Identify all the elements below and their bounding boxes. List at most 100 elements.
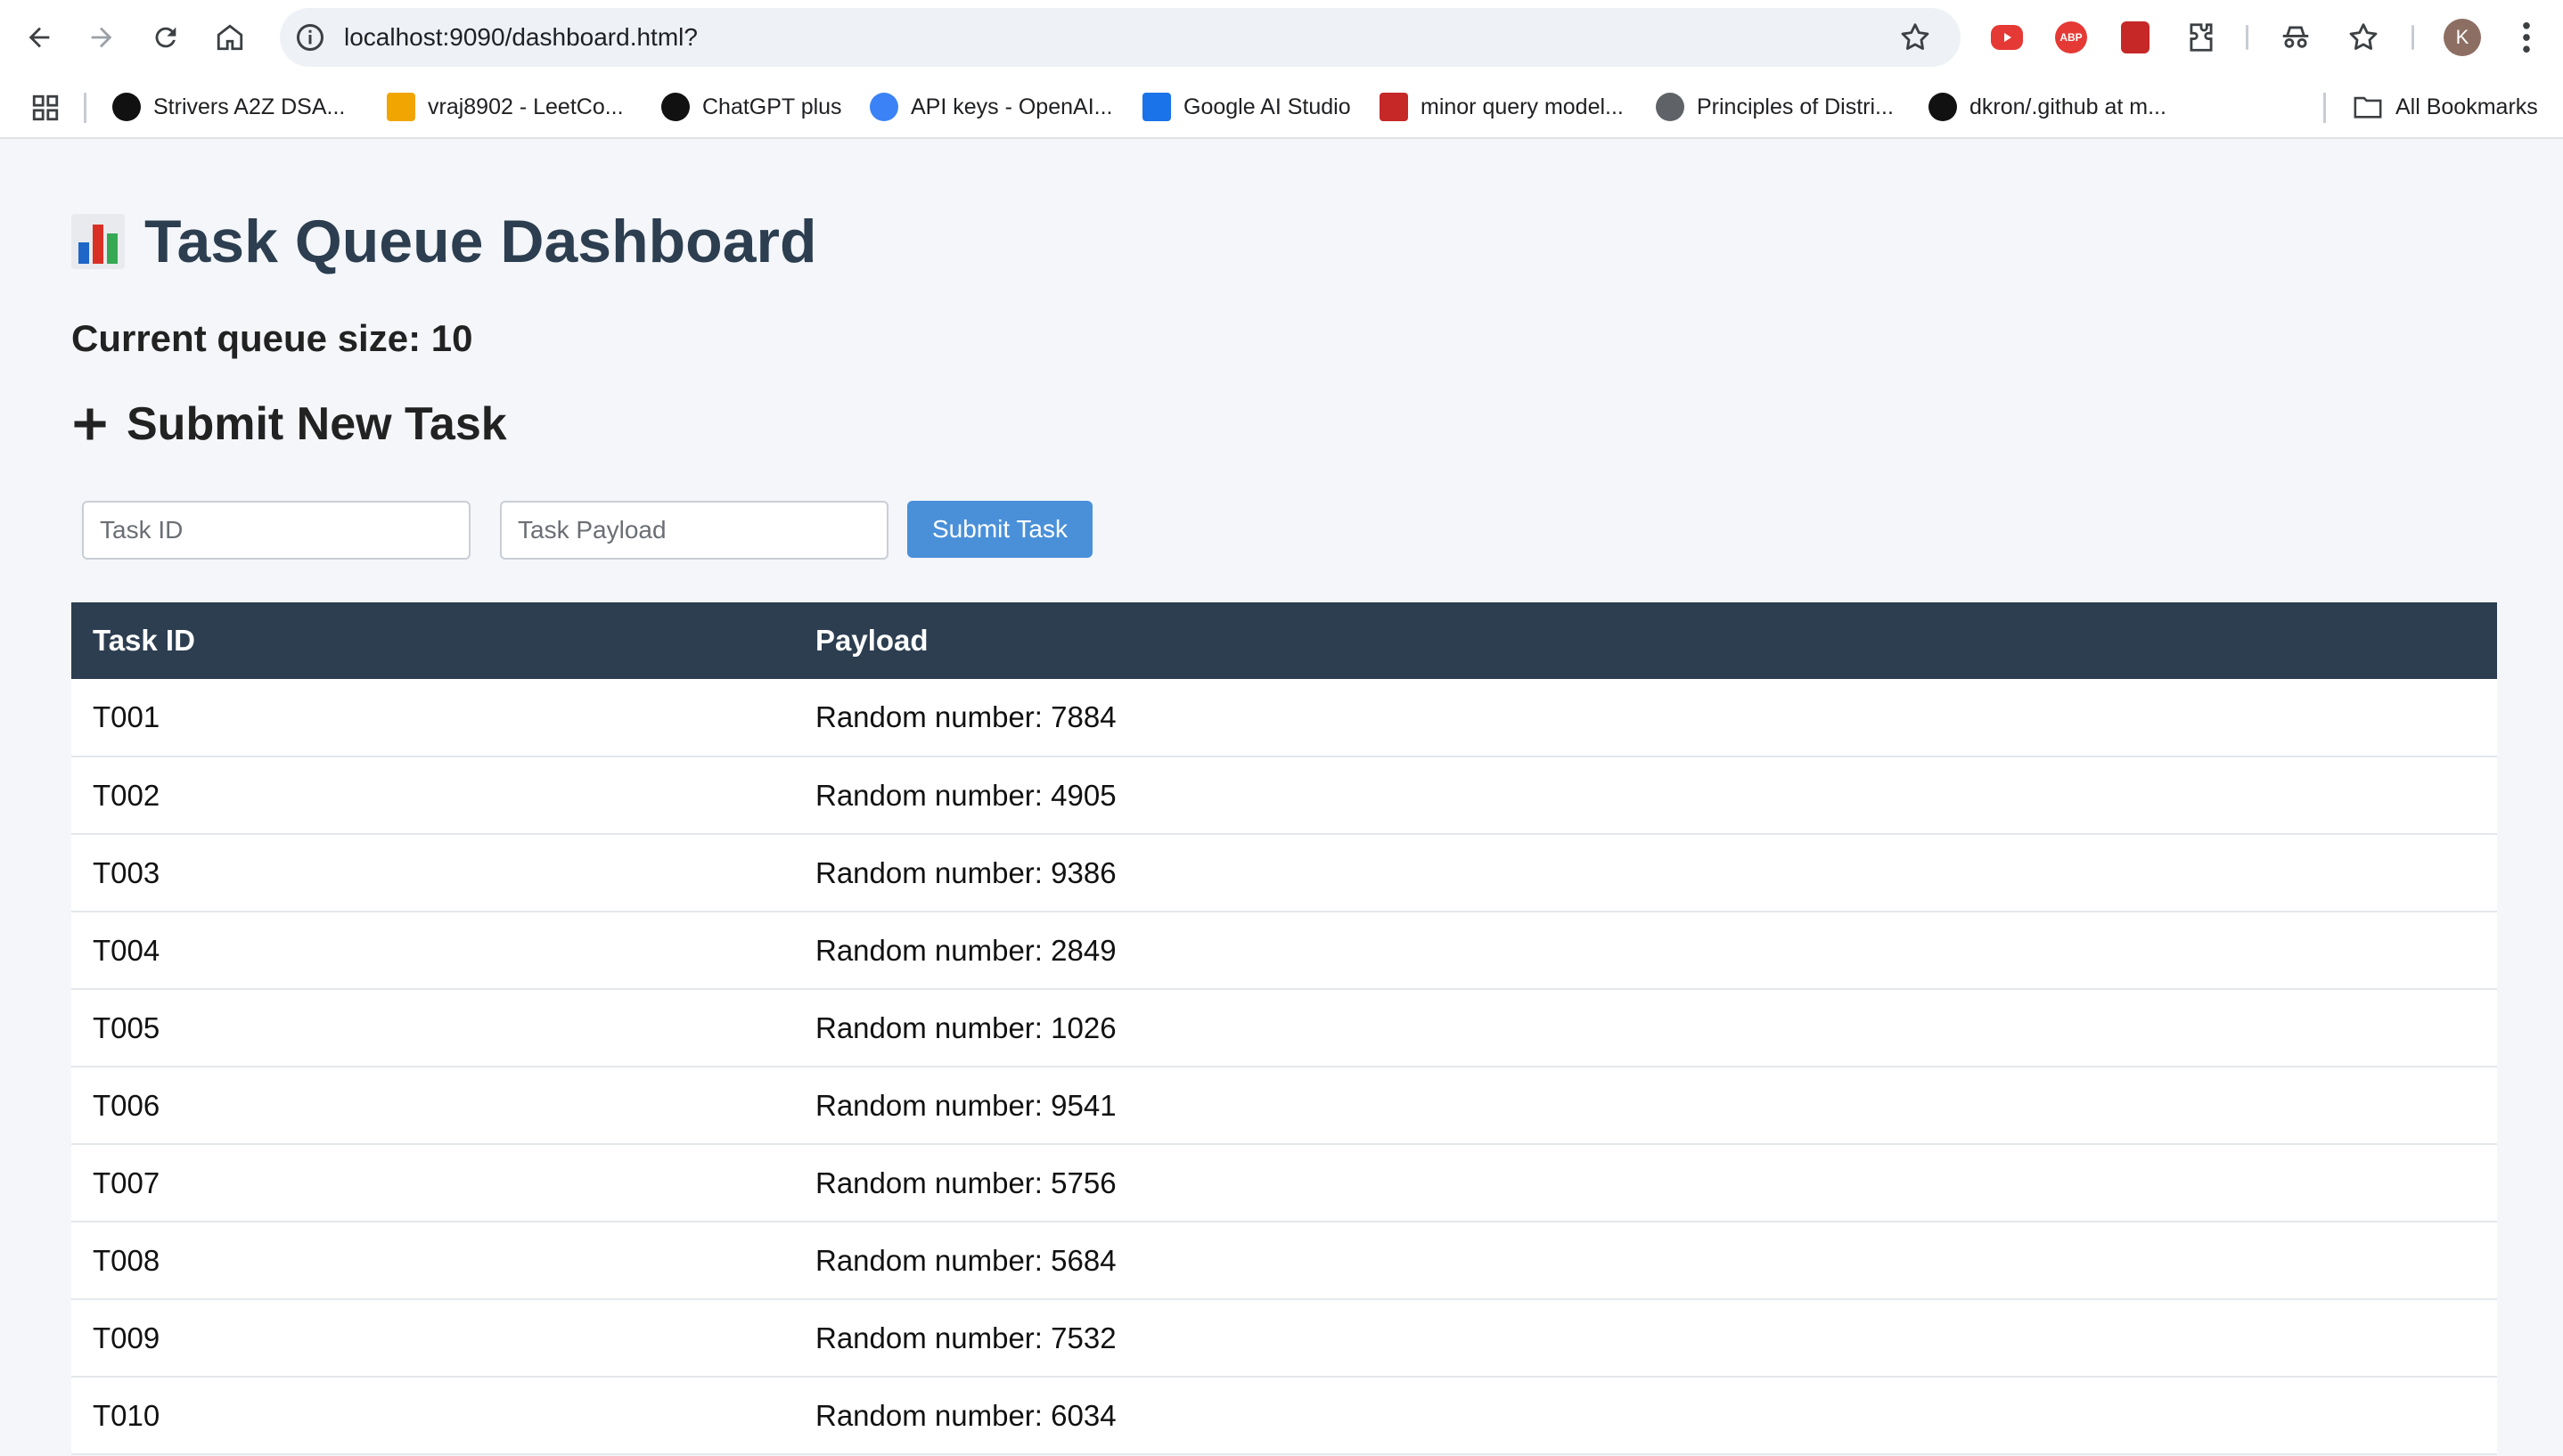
toolbar-divider bbox=[2412, 25, 2414, 50]
openai-icon bbox=[870, 93, 898, 121]
forward-button[interactable] bbox=[77, 12, 127, 62]
task-payload-input[interactable] bbox=[500, 501, 888, 560]
table-row: T003 Random number: 9386 bbox=[71, 834, 2497, 912]
bookmarks-divider bbox=[84, 93, 86, 123]
task-id-cell: T001 bbox=[71, 679, 794, 757]
bookmark-chatgpt[interactable]: ChatGPT plus bbox=[661, 75, 842, 139]
task-id-cell: T003 bbox=[71, 834, 794, 912]
page-content: Task Queue Dashboard Current queue size:… bbox=[0, 139, 2563, 1456]
all-bookmarks-label: All Bookmarks bbox=[2395, 94, 2538, 119]
payload-cell: Random number: 6034 bbox=[794, 1377, 2497, 1455]
bookmark-leetcode[interactable]: vraj8902 - LeetCo... bbox=[387, 75, 624, 139]
all-bookmarks-button[interactable]: All Bookmarks bbox=[2353, 75, 2538, 139]
info-icon[interactable] bbox=[294, 21, 326, 53]
bookmark-minor-query[interactable]: minor query model... bbox=[1380, 75, 1624, 139]
bookmark-dkron[interactable]: dkron/.github at m... bbox=[1928, 75, 2166, 139]
youtube-extension-icon[interactable] bbox=[1991, 25, 2023, 50]
task-id-cell: T004 bbox=[71, 912, 794, 990]
submit-task-button[interactable]: Submit Task bbox=[907, 501, 1093, 558]
bookmark-label: dkron/.github at m... bbox=[1969, 94, 2166, 119]
table-row: T009 Random number: 7532 bbox=[71, 1299, 2497, 1378]
home-icon bbox=[217, 24, 243, 51]
table-row: T002 Random number: 4905 bbox=[71, 757, 2497, 835]
payload-cell: Random number: 7884 bbox=[794, 679, 2497, 757]
incognito-icon[interactable] bbox=[2276, 18, 2315, 57]
reload-icon bbox=[155, 27, 176, 48]
task-id-cell: T002 bbox=[71, 757, 794, 835]
arrow-left-icon bbox=[29, 27, 50, 48]
toolbar-divider bbox=[2246, 25, 2248, 50]
column-header-task-id: Task ID bbox=[93, 624, 195, 657]
task-id-cell: T009 bbox=[71, 1299, 794, 1378]
payload-cell: Random number: 4905 bbox=[794, 757, 2497, 835]
page-title: Task Queue Dashboard bbox=[71, 207, 817, 276]
table-row: T007 Random number: 5756 bbox=[71, 1144, 2497, 1223]
bookmark-label: API keys - OpenAI... bbox=[911, 94, 1113, 119]
url-text[interactable]: localhost:9090/dashboard.html? bbox=[344, 8, 698, 67]
task-id-cell: T005 bbox=[71, 989, 794, 1067]
ai-studio-icon bbox=[1142, 93, 1171, 121]
bookmark-label: minor query model... bbox=[1421, 94, 1624, 119]
pdf-icon bbox=[1380, 93, 1408, 121]
leetcode-icon bbox=[387, 93, 415, 121]
queue-size: Current queue size: 10 bbox=[71, 317, 473, 359]
chatgpt-icon bbox=[661, 93, 690, 121]
task-id-cell: T010 bbox=[71, 1377, 794, 1455]
apps-grid-icon[interactable] bbox=[30, 93, 61, 123]
tuf-icon bbox=[112, 93, 141, 121]
back-button[interactable] bbox=[14, 12, 64, 62]
table-row: T005 Random number: 1026 bbox=[71, 989, 2497, 1067]
folder-icon bbox=[2354, 96, 2382, 119]
bookmark-label: vraj8902 - LeetCo... bbox=[428, 94, 624, 119]
bookmark-label: Strivers A2Z DSA... bbox=[153, 94, 346, 119]
table-row: T006 Random number: 9541 bbox=[71, 1067, 2497, 1145]
bookmark-label: ChatGPT plus bbox=[702, 94, 842, 119]
play-icon bbox=[2004, 33, 2011, 42]
reload-button[interactable] bbox=[141, 12, 191, 62]
table-row: T001 Random number: 7884 bbox=[71, 679, 2497, 757]
profile-avatar[interactable]: K bbox=[2444, 19, 2481, 56]
bookmark-google-ai-studio[interactable]: Google AI Studio bbox=[1142, 75, 1351, 139]
bookmark-openai-keys[interactable]: API keys - OpenAI... bbox=[870, 75, 1112, 139]
page-title-text: Task Queue Dashboard bbox=[144, 208, 817, 275]
adblock-extension-icon[interactable]: ABP bbox=[2055, 21, 2087, 53]
bookmark-label: Principles of Distri... bbox=[1697, 94, 1894, 119]
table-row: T010 Random number: 6034 bbox=[71, 1377, 2497, 1455]
plus-icon bbox=[74, 408, 106, 440]
payload-cell: Random number: 9386 bbox=[794, 834, 2497, 912]
table-row: T008 Random number: 5684 bbox=[71, 1222, 2497, 1300]
arrow-right-icon bbox=[91, 27, 112, 48]
task-id-input[interactable] bbox=[82, 501, 471, 560]
bookmark-star-icon[interactable] bbox=[1898, 20, 1932, 54]
kebab-menu-icon[interactable] bbox=[2513, 18, 2540, 57]
payload-cell: Random number: 9541 bbox=[794, 1067, 2497, 1145]
bookmark-label: Google AI Studio bbox=[1183, 94, 1351, 119]
payload-cell: Random number: 7532 bbox=[794, 1299, 2497, 1378]
bookmark-strivers[interactable]: Strivers A2Z DSA... bbox=[112, 75, 345, 139]
task-table: Task ID Payload T001 Random number: 7884… bbox=[71, 602, 2497, 1455]
extensions-puzzle-icon[interactable] bbox=[2182, 18, 2221, 57]
payload-cell: Random number: 2849 bbox=[794, 912, 2497, 990]
bookmarks-bar: Strivers A2Z DSA... vraj8902 - LeetCo...… bbox=[0, 75, 2563, 139]
task-id-cell: T008 bbox=[71, 1222, 794, 1300]
pdf-extension-icon[interactable] bbox=[2121, 21, 2149, 53]
bar-chart-icon bbox=[71, 214, 125, 269]
bookmark-principles[interactable]: Principles of Distri... bbox=[1656, 75, 1894, 139]
payload-cell: Random number: 5684 bbox=[794, 1222, 2497, 1300]
github-icon bbox=[1928, 93, 1957, 121]
browser-toolbar: localhost:9090/dashboard.html? ABP K bbox=[0, 0, 2563, 75]
payload-cell: Random number: 5756 bbox=[794, 1144, 2497, 1223]
bookmarks-divider bbox=[2323, 93, 2326, 123]
table-header-row: Task ID Payload bbox=[71, 602, 2497, 679]
task-id-cell: T006 bbox=[71, 1067, 794, 1145]
submit-task-heading: Submit New Task bbox=[71, 397, 507, 451]
table-row: T004 Random number: 2849 bbox=[71, 912, 2497, 990]
submit-heading-text: Submit New Task bbox=[127, 398, 507, 450]
home-button[interactable] bbox=[205, 12, 255, 62]
address-bar[interactable]: localhost:9090/dashboard.html? bbox=[280, 8, 1961, 67]
favorites-star-icon[interactable] bbox=[2344, 18, 2383, 57]
column-header-payload: Payload bbox=[815, 624, 929, 657]
task-id-cell: T007 bbox=[71, 1144, 794, 1223]
globe-icon bbox=[1656, 93, 1684, 121]
payload-cell: Random number: 1026 bbox=[794, 989, 2497, 1067]
